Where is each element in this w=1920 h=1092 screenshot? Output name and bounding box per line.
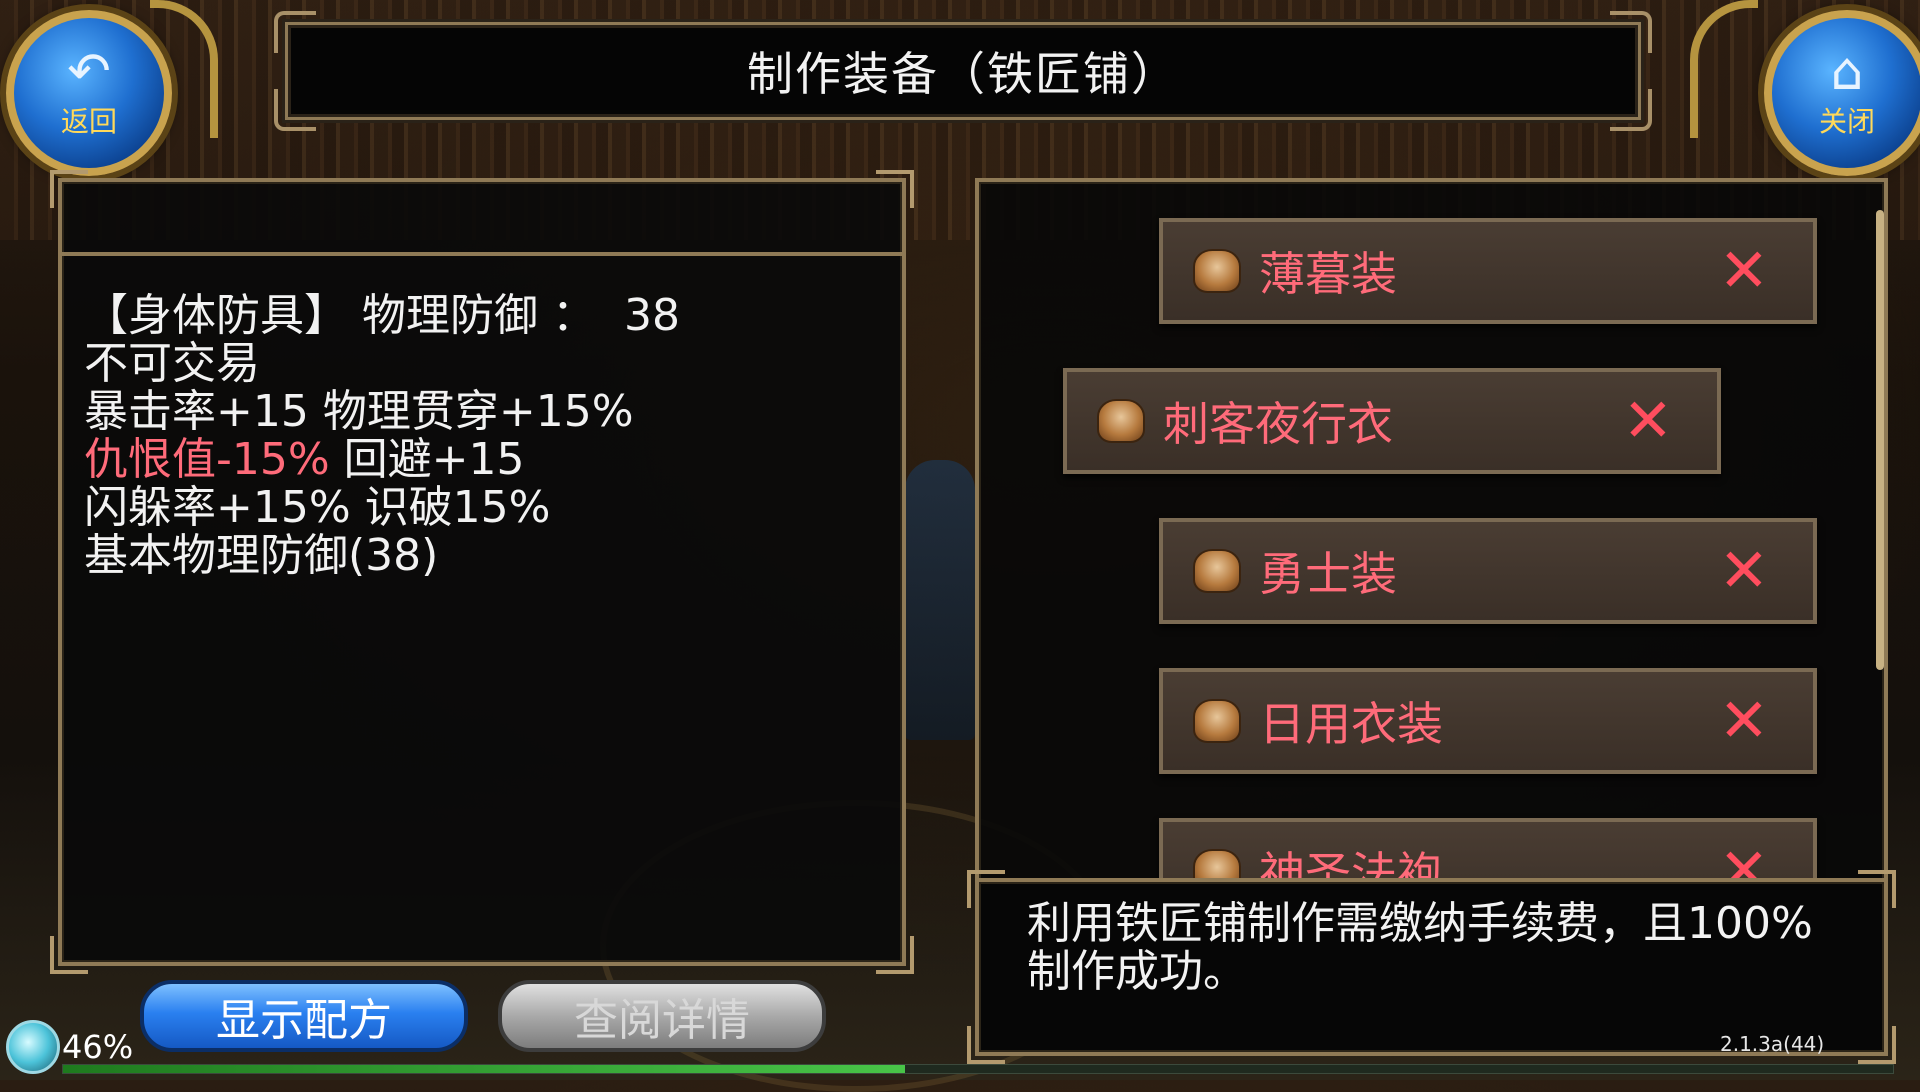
frame-corner: [967, 1026, 1005, 1064]
recipe-item-label: 薄暮装: [1259, 247, 1397, 301]
show-recipe-button[interactable]: 显示配方: [140, 980, 468, 1052]
version-label: 2.1.3a(44): [1720, 1032, 1825, 1056]
frame-corner: [1610, 11, 1652, 53]
recipe-item-label: 刺客夜行衣: [1163, 397, 1393, 451]
page-title: 制作装备（铁匠铺）: [747, 47, 1179, 101]
item-detail-panel: 【身体防具】 物理防御 ： 38 不可交易 暴击率+15 物理贯穿+15% 仇恨值-1…: [50, 170, 914, 974]
frame-corner: [1610, 89, 1652, 131]
back-button[interactable]: ↶ 返回: [6, 10, 172, 176]
frame-corner: [274, 11, 316, 53]
recipe-list-scrollbar[interactable]: [1876, 210, 1884, 670]
item-stat-line: 基本物理防御(38): [84, 530, 439, 581]
evade-stat: 回避+15: [329, 434, 525, 485]
recipe-item-label: 日用衣装: [1259, 697, 1443, 751]
close-button[interactable]: ⌂ 关闭: [1764, 10, 1920, 176]
exp-percent: 46%: [62, 1028, 134, 1066]
frame-corner: [50, 936, 88, 974]
frame-corner: [979, 182, 1005, 208]
info-panel: 利用铁匠铺制作需缴纳手续费，且100%制作成功。: [967, 870, 1896, 1064]
home-icon: ⌂: [1830, 42, 1864, 102]
frame-corner: [876, 170, 914, 208]
recipe-list-panel[interactable]: 薄暮装 ✕ 刺客夜行衣 ✕ 勇士装 ✕ 日用衣装 ✕ 神圣法袍 ✕: [975, 178, 1888, 886]
item-stat-line: 仇恨值-15% 回避+15: [84, 436, 680, 484]
unavailable-x-icon: ✕: [1718, 686, 1769, 756]
back-arrow-icon: ↶: [67, 42, 111, 102]
hate-value-stat: 仇恨值-15%: [84, 434, 330, 485]
recipe-item[interactable]: 日用衣装 ✕: [1159, 668, 1817, 774]
unavailable-x-icon: ✕: [1718, 536, 1769, 606]
frame-corner: [967, 870, 1005, 908]
item-stat-line: 闪躲率+15% 识破15%: [84, 482, 551, 533]
frame-corner: [876, 936, 914, 974]
unavailable-x-icon: ✕: [1622, 386, 1673, 456]
frame-corner: [1858, 870, 1896, 908]
frame-corner: [1858, 182, 1884, 208]
exp-orb-icon: [6, 1020, 60, 1074]
unavailable-x-icon: ✕: [1718, 236, 1769, 306]
recipe-item-partial[interactable]: 神圣法袍 ✕: [1159, 818, 1817, 882]
title-bar: 制作装备（铁匠铺）: [274, 11, 1652, 131]
armor-icon: [1193, 699, 1241, 743]
armor-icon: [1193, 549, 1241, 593]
recipe-item-selected[interactable]: 刺客夜行衣 ✕: [1063, 368, 1721, 474]
frame-corner: [274, 89, 316, 131]
armor-icon: [1097, 399, 1145, 443]
exp-bar: [62, 1064, 1894, 1074]
recipe-item-label: 勇士装: [1259, 547, 1397, 601]
frame-corner: [50, 170, 88, 208]
exp-bar-fill: [63, 1065, 905, 1073]
item-stat-line: 【身体防具】 物理防御 ： 38: [84, 290, 680, 341]
item-description: 【身体防具】 物理防御 ： 38 不可交易 暴击率+15 物理贯穿+15% 仇恨值-1…: [84, 292, 680, 580]
recipe-item[interactable]: 薄暮装 ✕: [1159, 218, 1817, 324]
armor-icon: [1193, 249, 1241, 293]
item-stat-line: 不可交易: [84, 338, 260, 389]
detail-header-strip: [62, 182, 902, 256]
view-detail-button[interactable]: 查阅详情: [498, 980, 826, 1052]
frame-corner: [1858, 1026, 1896, 1064]
close-button-label: 关闭: [1818, 105, 1875, 138]
recipe-item[interactable]: 勇士装 ✕: [1159, 518, 1817, 624]
back-button-label: 返回: [60, 105, 117, 138]
item-stat-line: 暴击率+15 物理贯穿+15%: [84, 386, 634, 437]
info-text: 利用铁匠铺制作需缴纳手续费，且100%制作成功。: [1027, 898, 1813, 997]
character-figure: [905, 460, 975, 740]
